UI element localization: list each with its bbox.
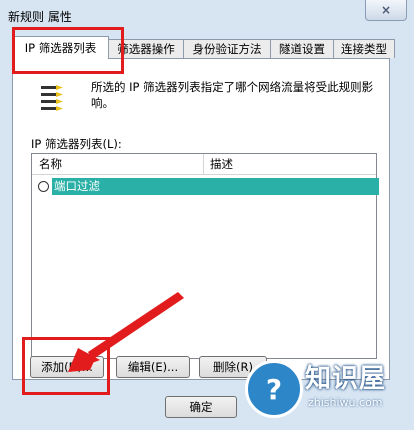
- highlight-tab-box: [12, 27, 124, 74]
- title-bar: 新规则 属性 ×: [0, 0, 414, 30]
- filter-list-icon: [41, 85, 63, 111]
- rule-description: 所选的 IP 筛选器列表指定了哪个网络流量将受此规则影响。: [91, 80, 374, 110]
- tab-tunnel-settings[interactable]: 隧道设置: [270, 39, 334, 58]
- tab-auth-methods[interactable]: 身份验证方法: [183, 39, 271, 58]
- column-divider[interactable]: [203, 154, 204, 174]
- question-icon: ?: [245, 360, 303, 418]
- list-item[interactable]: 端口过滤: [32, 178, 379, 195]
- watermark-url: zhishiwu.com: [308, 396, 383, 409]
- tab-connection-type[interactable]: 连接类型: [333, 39, 395, 58]
- filter-list-label: IP 筛选器列表(L):: [31, 137, 122, 151]
- watermark-logo: ? 知识屋 zhishiwu.com: [240, 350, 414, 430]
- annotation-arrow-icon: [68, 292, 184, 372]
- ok-button[interactable]: 确定: [165, 396, 237, 418]
- window-title: 新规则 属性: [8, 10, 72, 24]
- watermark-text: 知识屋: [305, 364, 387, 394]
- list-header: 名称 描述: [32, 154, 376, 175]
- column-header-name[interactable]: 名称: [39, 154, 62, 174]
- filter-radio[interactable]: [38, 181, 49, 192]
- close-button[interactable]: ×: [365, 0, 407, 21]
- column-header-description[interactable]: 描述: [210, 154, 233, 174]
- filter-name: 端口过滤: [52, 178, 379, 195]
- close-icon: ×: [380, 3, 392, 17]
